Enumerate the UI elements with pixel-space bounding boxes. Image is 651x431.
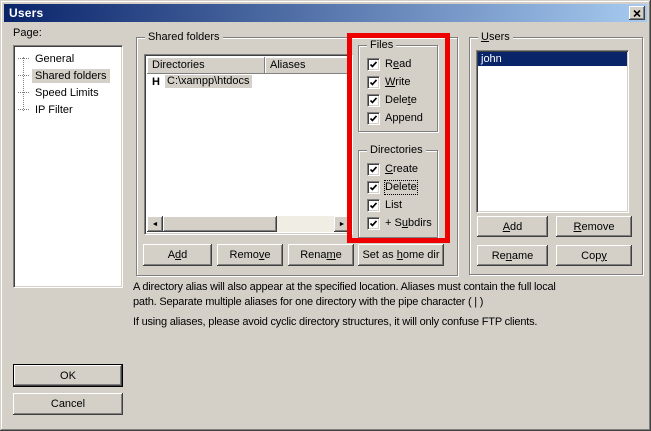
users-dialog: Users Page: General Shared folders Speed…	[0, 0, 651, 431]
check-icon	[369, 219, 378, 228]
tree-connector	[18, 75, 29, 76]
check-icon	[369, 183, 378, 192]
scroll-right-icon: ►	[339, 221, 346, 228]
check-icon	[369, 78, 378, 87]
checkbox-box[interactable]	[367, 58, 380, 71]
button-label: Add	[168, 249, 188, 261]
directory-row[interactable]: H C:\xampp\htdocs	[147, 74, 350, 89]
checkbox-label[interactable]: Read	[385, 58, 411, 71]
button-label: Remove	[574, 221, 615, 233]
folder-rename-button[interactable]: Rename	[288, 244, 354, 266]
checkbox-label[interactable]: Delete	[385, 181, 417, 194]
tree-item-label: Speed Limits	[32, 86, 102, 100]
scroll-left-icon: ◄	[152, 221, 159, 228]
scrollbar-thumb[interactable]	[163, 216, 277, 232]
directory-path: C:\xampp\htdocs	[165, 75, 252, 88]
user-copy-button[interactable]: Copy	[556, 245, 632, 266]
button-label: Remove	[230, 249, 271, 261]
tree-connector	[18, 109, 29, 110]
checkbox-delete-dir[interactable]: Delete	[367, 181, 417, 194]
button-label: OK	[60, 370, 76, 382]
files-group-label: Files	[367, 39, 396, 52]
checkbox-label[interactable]: + Subdirs	[385, 217, 432, 230]
checkbox-box[interactable]	[367, 76, 380, 89]
user-add-button[interactable]: Add	[477, 216, 548, 237]
button-label: Cancel	[51, 398, 85, 410]
tree-connector	[18, 92, 29, 93]
tree-item-shared-folders[interactable]: Shared folders	[18, 67, 118, 84]
folder-remove-button[interactable]: Remove	[217, 244, 283, 266]
horizontal-scrollbar[interactable]: ◄ ►	[147, 216, 350, 232]
checkbox-subdirs[interactable]: + Subdirs	[367, 217, 432, 230]
checkbox-write[interactable]: Write	[367, 76, 410, 89]
folder-add-button[interactable]: Add	[143, 244, 212, 266]
button-label: Add	[503, 221, 523, 233]
checkbox-box[interactable]	[367, 199, 380, 212]
directories-group-label: Directories	[367, 144, 426, 157]
list-header: Directories Aliases	[147, 57, 350, 74]
scroll-left-button[interactable]: ◄	[147, 216, 163, 232]
shared-folders-group-label: Shared folders	[145, 31, 223, 44]
users-group-label: Users	[478, 31, 513, 44]
check-icon	[369, 114, 378, 123]
directories-list[interactable]: Directories Aliases H C:\xampp\htdocs ◄ …	[144, 54, 353, 235]
check-icon	[369, 60, 378, 69]
tree-connector	[18, 58, 29, 59]
close-icon	[633, 10, 641, 17]
checkbox-create[interactable]: Create	[367, 163, 418, 176]
tree-item-label: IP Filter	[32, 103, 76, 117]
tree-item-label: General	[32, 52, 77, 66]
button-label: Rename	[300, 249, 342, 261]
checkbox-read[interactable]: Read	[367, 58, 411, 71]
checkbox-box[interactable]	[367, 112, 380, 125]
alias-note-line3: If using aliases, please avoid cyclic di…	[133, 316, 537, 328]
checkbox-label[interactable]: Delete	[385, 94, 417, 107]
user-row-john[interactable]: john	[478, 52, 627, 66]
checkbox-label[interactable]: Append	[385, 112, 423, 125]
checkbox-append[interactable]: Append	[367, 112, 423, 125]
home-flag: H	[152, 76, 165, 88]
checkbox-label[interactable]: Write	[385, 76, 410, 89]
page-label: Page:	[13, 27, 42, 39]
check-icon	[369, 201, 378, 210]
check-icon	[369, 96, 378, 105]
scroll-right-button[interactable]: ►	[334, 216, 350, 232]
tree-item-general[interactable]: General	[18, 50, 118, 67]
cancel-button[interactable]: Cancel	[13, 393, 123, 415]
alias-note-line2: path. Separate multiple aliases for one …	[133, 296, 483, 308]
button-label: Rename	[492, 250, 534, 262]
checkbox-delete-file[interactable]: Delete	[367, 94, 417, 107]
checkbox-list[interactable]: List	[367, 199, 402, 212]
check-icon	[369, 165, 378, 174]
tree-item-ip-filter[interactable]: IP Filter	[18, 101, 118, 118]
user-rename-button[interactable]: Rename	[477, 245, 548, 266]
alias-note-line1: A directory alias will also appear at th…	[133, 281, 556, 293]
checkbox-box[interactable]	[367, 181, 380, 194]
button-label: Copy	[581, 250, 607, 262]
tree-item-speed-limits[interactable]: Speed Limits	[18, 84, 118, 101]
close-button[interactable]	[629, 6, 645, 20]
user-remove-button[interactable]: Remove	[556, 216, 632, 237]
page-tree[interactable]: General Shared folders Speed Limits IP F…	[13, 45, 123, 288]
checkbox-label[interactable]: List	[385, 199, 402, 212]
titlebar[interactable]: Users	[4, 4, 647, 22]
checkbox-label[interactable]: Create	[385, 163, 418, 176]
checkbox-box[interactable]	[367, 163, 380, 176]
files-group: Files Read Write Delete Append	[358, 45, 438, 132]
users-list[interactable]: john	[476, 50, 629, 213]
checkbox-box[interactable]	[367, 94, 380, 107]
button-label: Set as home dir	[362, 249, 439, 261]
window-title: Users	[9, 6, 43, 20]
set-as-home-dir-button[interactable]: Set as home dir	[358, 244, 444, 266]
directories-group: Directories Create Delete List + Subdirs	[358, 150, 438, 238]
column-header-aliases[interactable]: Aliases	[265, 57, 350, 74]
column-header-directories[interactable]: Directories	[147, 57, 265, 74]
ok-button[interactable]: OK	[13, 364, 123, 387]
checkbox-box[interactable]	[367, 217, 380, 230]
tree-item-label: Shared folders	[32, 69, 110, 83]
